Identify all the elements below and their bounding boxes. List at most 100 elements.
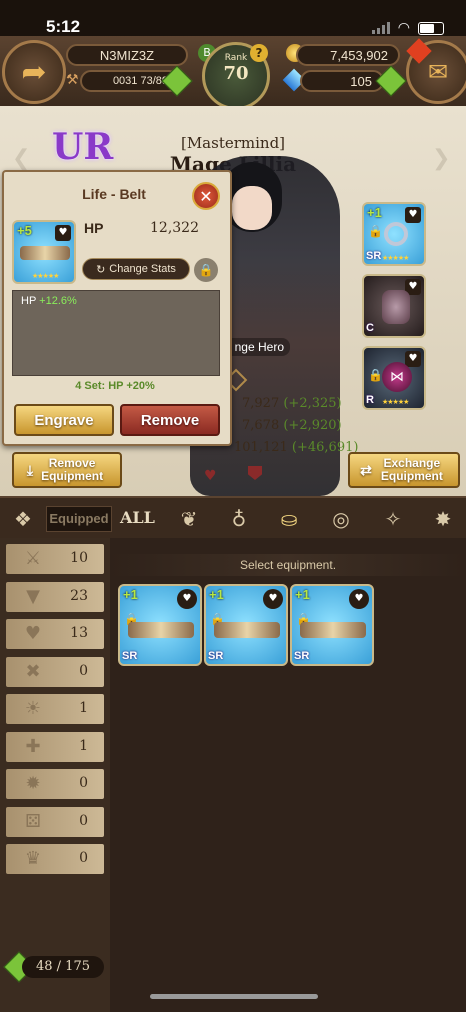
tab-necklace-icon[interactable]: ♁ — [226, 506, 252, 532]
download-icon: ⤓ — [26, 461, 34, 478]
tab-equipped[interactable]: Equipped — [46, 506, 112, 532]
select-equipment-hint: Select equipment. — [110, 554, 466, 576]
tab-all[interactable]: ALL — [120, 508, 155, 527]
item-plus-level: +1 — [295, 587, 310, 602]
stat-defense-delta: (+2,920) — [283, 418, 342, 433]
filter-count: 23 — [70, 588, 88, 604]
hero-title: [Mastermind] — [180, 134, 286, 152]
exchange-equipment-button[interactable]: ⇄ Exchange Equipment — [348, 452, 460, 488]
filter-row-burst[interactable]: ✹ 0 — [6, 769, 104, 799]
gems-value: 105 — [350, 73, 372, 89]
status-bar: 5:12 ◠ — [0, 0, 466, 40]
star-rating: ★★★★★ — [382, 254, 409, 262]
belt-icon — [128, 622, 194, 638]
tab-belt-icon[interactable]: ⛀ — [276, 506, 302, 532]
stat-hp-value: 101,121 — [234, 440, 288, 455]
equip-slot-ring[interactable]: +1 ♥ 🔒 SR ★★★★★ — [362, 202, 426, 266]
substats-box: HP +12.6% — [12, 290, 220, 376]
remove-equipment-button[interactable]: ⤓ Remove Equipment — [12, 452, 122, 488]
filter-row-attack[interactable]: ⚔ 10 — [6, 544, 104, 574]
change-stats-button[interactable]: ↻ Change Stats — [82, 258, 190, 280]
favorite-icon[interactable]: ♥ — [263, 589, 283, 609]
substat-label: HP — [21, 295, 37, 307]
stat-attack-delta: (+2,325) — [283, 396, 342, 411]
main-stat-value: 12,322 — [150, 220, 199, 236]
status-time: 5:12 — [46, 17, 81, 36]
burst-icon: ✹ — [25, 773, 41, 794]
filter-count: 0 — [79, 850, 88, 866]
help-icon[interactable]: ? — [250, 44, 268, 62]
belt-icon — [300, 622, 366, 638]
exchange-equipment-label: Exchange Equipment — [380, 456, 443, 483]
filter-icon[interactable]: ❖ — [10, 506, 36, 532]
substat-row: HP +12.6% — [13, 291, 219, 311]
back-button[interactable]: ➦ — [2, 40, 66, 104]
stat-attack: 7,927 (+2,325) — [242, 396, 342, 411]
selected-item-icon: +5 ♥ ★★★★★ — [12, 220, 76, 284]
belt-icon — [214, 622, 280, 638]
stat-defense-value: 7,678 — [242, 418, 280, 433]
grid-item-belt[interactable]: +1 ♥ 🔒 SR — [290, 584, 374, 666]
filter-row-heal[interactable]: ✚ 1 — [6, 732, 104, 762]
stat-defense: 7,678 (+2,920) — [242, 418, 342, 433]
filter-count: 1 — [79, 700, 88, 716]
crown-icon: ♛ — [24, 848, 42, 869]
exchange-icon: ⇄ — [360, 461, 372, 478]
favorite-icon[interactable]: ♥ — [177, 589, 197, 609]
filter-count: 10 — [70, 550, 88, 566]
ring-icon — [384, 222, 408, 246]
add-gems-button[interactable] — [375, 65, 407, 97]
hero-face — [232, 186, 272, 230]
tab-rune-icon[interactable]: ✸ — [430, 506, 456, 532]
item-plus-level: +5 — [17, 223, 32, 238]
equip-slot-armor[interactable]: ♥ C — [362, 274, 426, 338]
close-icon: ✕ — [199, 187, 213, 206]
engrave-button[interactable]: Engrave — [14, 404, 114, 436]
sun-icon: ☀ — [24, 698, 42, 719]
remove-equipment-label: Remove Equipment — [41, 456, 104, 483]
grid-item-belt[interactable]: +1 ♥ 🔒 SR — [204, 584, 288, 666]
tab-bracelet-icon[interactable]: ❦ — [176, 506, 202, 532]
lock-icon: 🔒 — [368, 368, 383, 382]
sword-icon: ⚔ — [24, 548, 42, 569]
stamina-value: 0031 73/89 — [112, 75, 168, 87]
favorite-icon[interactable]: ♥ — [55, 225, 71, 241]
item-grade: SR — [122, 650, 138, 662]
belt-icon — [20, 246, 70, 260]
grid-item-belt[interactable]: +1 ♥ 🔒 SR — [118, 584, 202, 666]
gems-field: 105 — [300, 70, 384, 92]
heart-stat-icon: ♥ — [204, 468, 217, 484]
filter-row-sun[interactable]: ☀ 1 — [6, 694, 104, 724]
favorite-icon[interactable]: ♥ — [405, 351, 421, 367]
stat-hp: 101,121 (+46,691) — [234, 440, 358, 455]
filter-row-hp[interactable]: ♥ 13 — [6, 619, 104, 649]
inventory-count: 48 / 175 — [22, 956, 104, 978]
stat-filter-column: ⚔ 10 ▼ 23 ♥ 13 ✖ 0 ☀ 1 ✚ 1 ✹ 0 ⚄ 0 ♛ 0 48 / 175 — [0, 538, 110, 1012]
rank-value: 70 — [223, 63, 249, 84]
lock-toggle-icon[interactable]: 🔒 — [194, 258, 218, 282]
refresh-icon: ↻ — [96, 263, 106, 276]
favorite-icon[interactable]: ♥ — [349, 589, 369, 609]
item-plus-level: +1 — [209, 587, 224, 602]
equipment-tab-bar: ❖ Equipped ALL ❦ ♁ ⛀ ◎ ✧ ✸ — [0, 496, 466, 542]
filter-row-dice[interactable]: ⚄ 0 — [6, 807, 104, 837]
tab-ring-icon[interactable]: ◎ — [328, 506, 354, 532]
gold-value: 7,453,902 — [330, 47, 388, 63]
equip-slot-rune[interactable]: ♥ 🔒 ⋈ R ★★★★★ — [362, 346, 426, 410]
item-grade: SR — [294, 650, 310, 662]
filter-count: 0 — [79, 775, 88, 791]
favorite-icon[interactable]: ♥ — [405, 207, 421, 223]
tab-earring-icon[interactable]: ✧ — [380, 506, 406, 532]
close-button[interactable]: ✕ — [192, 182, 220, 210]
player-name: N3MIZ3Z — [99, 47, 155, 63]
shield-icon: ▼ — [26, 586, 40, 607]
filter-row-crown[interactable]: ♛ 0 — [6, 844, 104, 874]
slot-grade: C — [366, 322, 374, 334]
dice-icon: ⚄ — [25, 811, 41, 832]
home-indicator — [150, 994, 318, 999]
signal-icon — [371, 22, 390, 34]
filter-row-defense[interactable]: ▼ 23 — [6, 582, 104, 612]
equipment-detail-popup: Life - Belt ✕ +5 ♥ ★★★★★ HP 12,322 ↻ Cha… — [2, 170, 232, 446]
filter-row-crit[interactable]: ✖ 0 — [6, 657, 104, 687]
remove-button[interactable]: Remove — [120, 404, 220, 436]
